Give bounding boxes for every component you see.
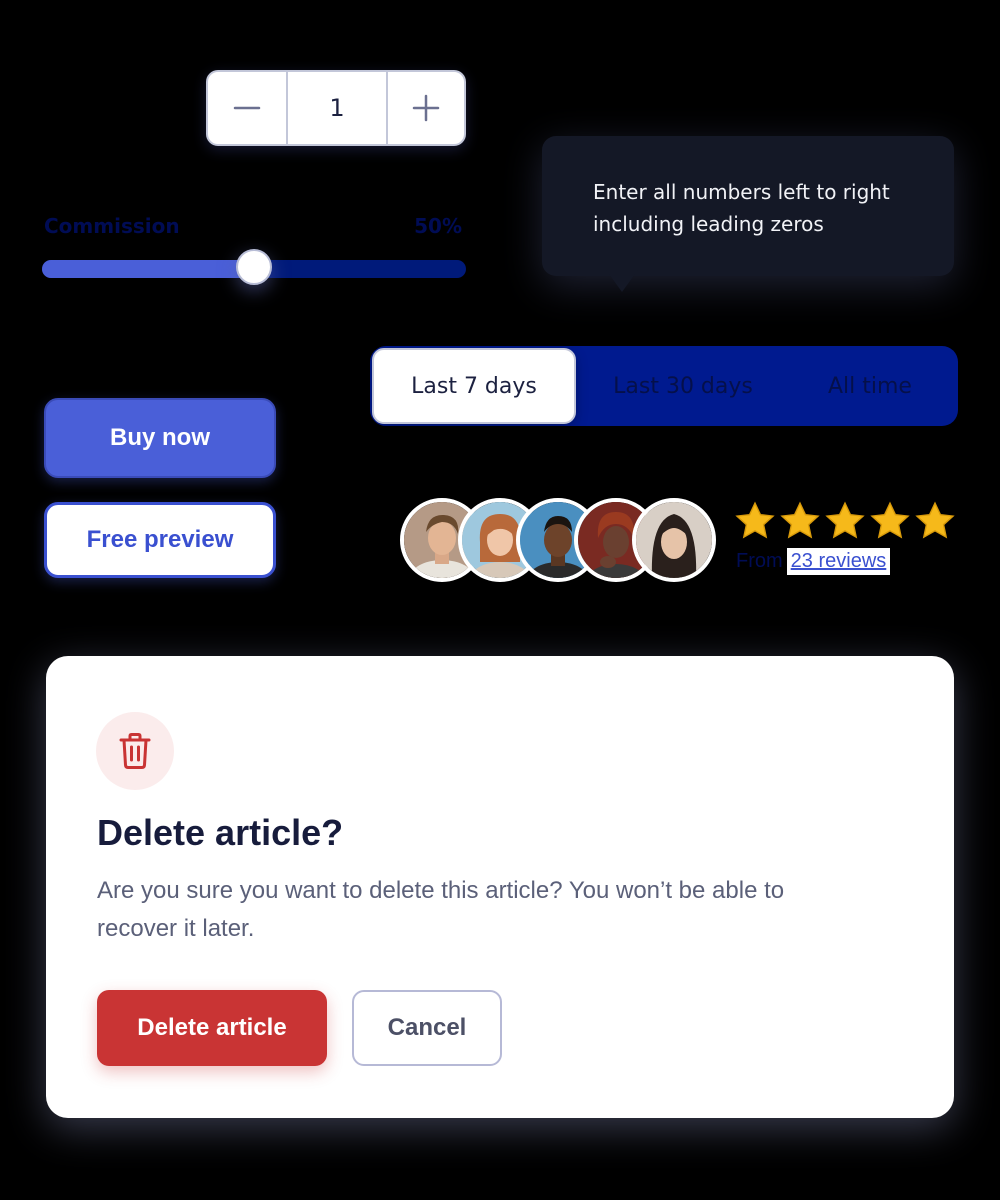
free-preview-button[interactable]: Free preview [44,502,276,578]
range-option-last-30-days[interactable]: Last 30 days [588,346,778,426]
star-rating [734,500,956,542]
trash-icon-container [96,712,174,790]
minus-icon [233,106,261,110]
slider-fill [42,260,254,278]
reviews-summary: From 23 reviews [736,548,891,575]
tooltip-line-1: Enter all numbers left to right [593,180,890,204]
commission-slider[interactable] [42,249,466,285]
slider-value: 50% [414,214,462,238]
date-range-selector: Last 7 days Last 30 days All time [370,346,958,426]
buy-now-button[interactable]: Buy now [44,398,276,478]
star-icon [870,501,910,539]
delete-article-button[interactable]: Delete article [97,990,327,1066]
tooltip-arrow [606,270,638,292]
slider-thumb[interactable] [236,249,272,285]
star-icon [915,501,955,539]
delete-confirmation-dialog: Delete article? Are you sure you want to… [46,656,954,1118]
trash-icon [119,733,151,769]
dialog-title: Delete article? [97,812,344,853]
star-icon [825,501,865,539]
plus-icon [412,94,440,122]
avatar [632,498,716,582]
star-icon [780,501,820,539]
quantity-stepper: 1 [206,70,466,146]
quantity-value[interactable]: 1 [288,72,386,144]
star-icon [735,501,775,539]
decrement-button[interactable] [208,72,288,144]
increment-button[interactable] [386,72,464,144]
tooltip-line-2: including leading zeros [593,212,824,236]
range-option-last-7-days[interactable]: Last 7 days [372,348,576,424]
dialog-message: Are you sure you want to delete this art… [97,877,785,942]
tooltip: Enter all numbers left to right includin… [542,136,954,276]
reviews-link[interactable]: 23 reviews [786,548,891,575]
slider-label: Commission [44,214,180,238]
range-option-all-time[interactable]: All time [790,346,950,426]
reviews-from-label: From [736,550,783,572]
cancel-button[interactable]: Cancel [352,990,502,1066]
